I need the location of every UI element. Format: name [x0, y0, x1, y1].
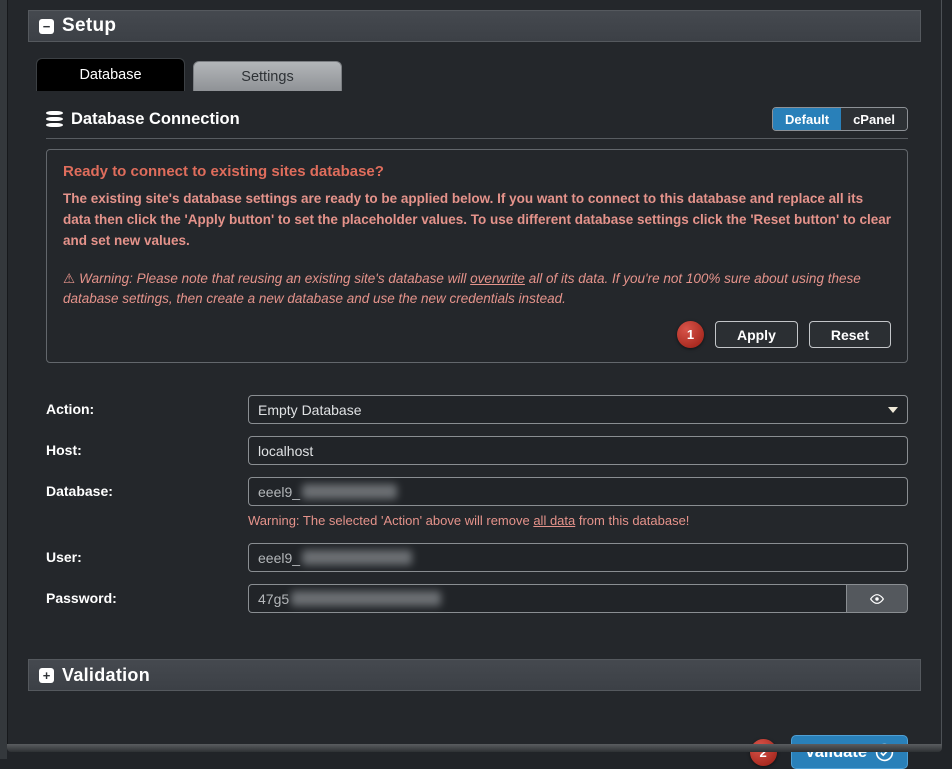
connection-form: Action: Empty Database Host: localhost	[46, 395, 908, 613]
tab-database[interactable]: Database	[36, 58, 185, 91]
eye-icon	[869, 591, 885, 607]
database-icon	[46, 109, 63, 129]
setup-section-header[interactable]: − Setup	[28, 10, 921, 42]
notice-warning: ⚠ Warning: Please note that reusing an ex…	[63, 269, 891, 310]
mode-default-button[interactable]: Default	[773, 108, 841, 130]
connection-section-header: Database Connection Default cPanel	[46, 107, 908, 131]
step-2-badge: 2	[750, 739, 777, 766]
user-row: User: eeel9_	[46, 543, 908, 572]
tab-settings[interactable]: Settings	[193, 61, 342, 91]
host-label: Host:	[46, 436, 248, 458]
section-divider	[46, 138, 908, 139]
validation-title: Validation	[62, 665, 150, 686]
notice-warning-text: Warning: Please note that reusing an exi…	[79, 271, 470, 286]
setup-title: Setup	[62, 15, 116, 37]
installer-page: − Setup Database Settings Database Conne…	[0, 0, 952, 759]
notice-warning-overwrite: overwrite	[470, 271, 525, 286]
existing-database-notice: Ready to connect to existing sites datab…	[46, 149, 908, 363]
notice-body: The existing site's database settings ar…	[63, 189, 891, 252]
password-input[interactable]: 47g5	[248, 584, 846, 613]
notice-heading: Ready to connect to existing sites datab…	[63, 163, 891, 180]
expand-plus-icon[interactable]: +	[39, 668, 54, 683]
collapse-minus-icon[interactable]: −	[39, 19, 54, 34]
connection-title: Database Connection	[71, 110, 240, 129]
notice-actions: 1 Apply Reset	[63, 321, 891, 348]
user-value: eeel9_	[258, 550, 300, 566]
password-value: 47g5	[258, 591, 289, 607]
validate-button[interactable]: Validate	[791, 735, 908, 769]
database-tab-content: Database Connection Default cPanel Ready…	[8, 107, 941, 613]
host-input[interactable]: localhost	[248, 436, 908, 465]
page-left-edge	[0, 0, 7, 759]
footer-actions: 2 Validate	[8, 735, 908, 769]
password-value-redacted	[291, 591, 441, 606]
database-action-warning: Warning: The selected 'Action' above wil…	[248, 513, 908, 528]
host-row: Host: localhost	[46, 436, 908, 465]
user-label: User:	[46, 543, 248, 565]
mode-cpanel-button[interactable]: cPanel	[841, 108, 907, 130]
panel-bottom-edge	[7, 744, 942, 752]
password-row: Password: 47g5	[46, 584, 908, 613]
database-warning-text-end: from this database!	[575, 513, 689, 528]
action-selected-value: Empty Database	[258, 402, 362, 418]
connection-mode-toggle: Default cPanel	[772, 107, 908, 131]
main-panel: − Setup Database Settings Database Conne…	[7, 0, 942, 744]
action-row: Action: Empty Database	[46, 395, 908, 424]
database-row: Database: eeel9_	[46, 477, 908, 506]
password-label: Password:	[46, 584, 248, 606]
step-1-badge: 1	[677, 321, 704, 348]
database-warning-text: Warning: The selected 'Action' above wil…	[248, 513, 533, 528]
database-input[interactable]: eeel9_	[248, 477, 908, 506]
apply-button[interactable]: Apply	[715, 321, 798, 348]
chevron-down-icon	[888, 407, 898, 413]
host-value: localhost	[258, 443, 313, 459]
action-label: Action:	[46, 395, 248, 417]
database-label: Database:	[46, 477, 248, 499]
warning-triangle-icon: ⚠	[63, 271, 75, 286]
database-value: eeel9_	[258, 484, 300, 500]
validation-section-header[interactable]: + Validation	[28, 659, 921, 691]
action-select[interactable]: Empty Database	[248, 395, 908, 424]
database-value-redacted	[302, 484, 397, 499]
setup-tabs: Database Settings	[36, 58, 941, 91]
database-warning-all-data: all data	[533, 513, 575, 528]
user-value-redacted	[302, 550, 412, 565]
user-input[interactable]: eeel9_	[248, 543, 908, 572]
show-password-button[interactable]	[846, 584, 908, 613]
reset-button[interactable]: Reset	[809, 321, 891, 348]
